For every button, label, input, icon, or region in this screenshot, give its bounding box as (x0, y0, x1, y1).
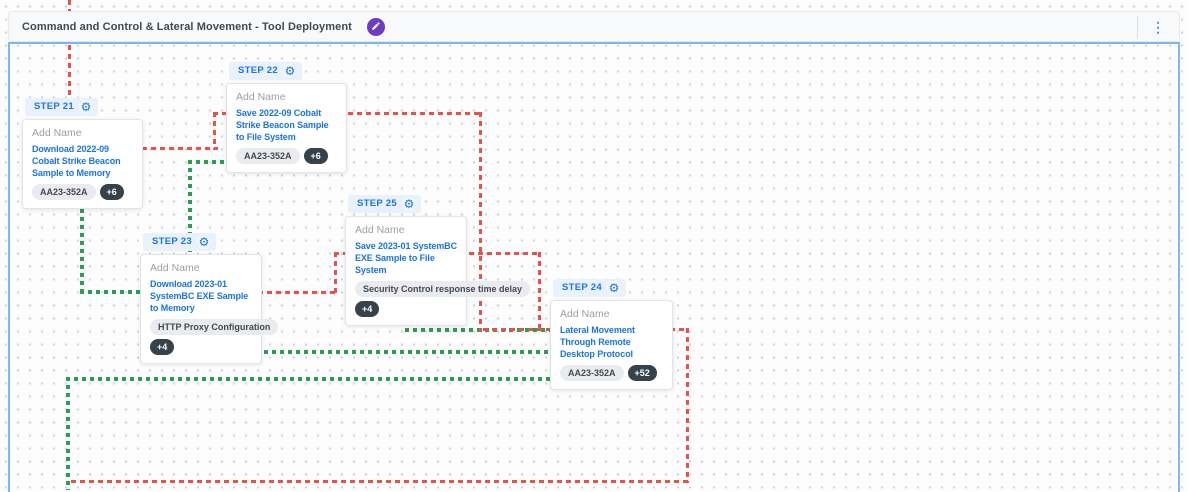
step-action-link[interactable]: Save 2023-01 SystemBC EXE Sample to File… (355, 240, 457, 276)
step-settings-button[interactable]: ⚙ (283, 64, 297, 78)
step-label-pill-step-24[interactable]: STEP 24 ⚙ (553, 279, 626, 297)
step-card-step-22[interactable]: Add Name Save 2022-09 Cobalt Strike Beaco… (226, 83, 347, 173)
step-name-placeholder[interactable]: Add Name (236, 91, 337, 103)
step-label-pill-step-23[interactable]: STEP 23 ⚙ (143, 233, 216, 251)
connector-step23-to-step24-segment (334, 252, 337, 294)
step-label-pill-step-25[interactable]: STEP 25 ⚙ (348, 195, 421, 213)
connector-step21-to-step24-segment (479, 112, 482, 332)
edit-title-button[interactable] (367, 18, 385, 36)
step-name-placeholder[interactable]: Add Name (560, 308, 663, 320)
connector-step21-to-step24-segment (479, 328, 553, 331)
step-name-placeholder[interactable]: Add Name (32, 127, 133, 139)
more-tags-badge[interactable]: +6 (304, 148, 328, 164)
toolbar-right: ⋮ (1137, 16, 1169, 38)
connector-step21-to-step24-segment (142, 147, 218, 150)
step-node-step-22: STEP 22 ⚙ Add Name Save 2022-09 Cobalt Stri… (226, 60, 347, 173)
connector-step21-to-step23-segment (80, 290, 142, 294)
step-label-pill-step-22[interactable]: STEP 22 ⚙ (229, 62, 302, 80)
step-label: STEP 25 (357, 198, 397, 209)
step-label: STEP 21 (34, 101, 74, 112)
step-tags: AA23-352A+52 (560, 365, 663, 381)
gear-icon: ⚙ (404, 198, 415, 210)
toolbar-divider (1137, 16, 1138, 38)
tag-chip[interactable]: HTTP Proxy Configuration (150, 319, 278, 335)
toolbar: Command and Control & Lateral Movement -… (8, 11, 1180, 42)
step-node-step-21: STEP 21 ⚙ Add Name Download 2022-09 Cobalt … (22, 96, 143, 209)
step-card-step-21[interactable]: Add Name Download 2022-09 Cobalt Strike B… (22, 119, 143, 209)
step-card-step-24[interactable]: Add Name Lateral Movement Through Remote … (550, 300, 673, 390)
tag-chip[interactable]: AA23-352A (560, 365, 624, 381)
gear-icon: ⚙ (199, 236, 210, 248)
gear-icon: ⚙ (609, 282, 620, 294)
step-node-step-23: STEP 23 ⚙ Add Name Download 2023-01 SystemB… (140, 231, 262, 364)
step-settings-button[interactable]: ⚙ (79, 100, 93, 114)
kebab-icon[interactable]: ⋮ (1147, 18, 1169, 36)
step-name-placeholder[interactable]: Add Name (355, 224, 457, 236)
more-tags-badge[interactable]: +52 (628, 365, 657, 381)
step-tags: AA23-352A+6 (236, 148, 337, 164)
step-action-link[interactable]: Download 2022-09 Cobalt Strike Beacon Sa… (32, 143, 133, 179)
step-tags: HTTP Proxy Configuration+4 (150, 319, 252, 355)
connector-step24-outgoing-segment (66, 377, 613, 381)
step-label-pill-step-21[interactable]: STEP 21 ⚙ (25, 98, 98, 116)
step-node-step-24: STEP 24 ⚙ Add Name Lateral Movement Through… (550, 277, 673, 390)
step-label: STEP 22 (238, 65, 278, 76)
page-title: Command and Control & Lateral Movement -… (22, 21, 352, 33)
connector-step23-to-step24-segment (258, 291, 338, 294)
connector-step23-to-step24-segment (538, 252, 541, 331)
more-tags-badge[interactable]: +4 (150, 339, 174, 355)
step-label: STEP 24 (562, 282, 602, 293)
tag-chip[interactable]: Security Control response time delay (355, 281, 530, 297)
step-action-link[interactable]: Download 2023-01 SystemBC EXE Sample to … (150, 278, 252, 314)
workflow-editor: { "header": { "title": "Command and Cont… (0, 0, 1188, 492)
connector-step24-outgoing-segment (66, 377, 70, 490)
connector-step24-outgoing-segment (71, 480, 688, 483)
step-tags: Security Control response time delay+4 (355, 281, 457, 317)
step-label: STEP 23 (152, 236, 192, 247)
step-settings-button[interactable]: ⚙ (607, 281, 621, 295)
step-action-link[interactable]: Lateral Movement Through Remote Desktop … (560, 324, 663, 360)
gear-icon: ⚙ (81, 101, 92, 113)
tag-chip[interactable]: AA23-352A (236, 148, 300, 164)
step-name-placeholder[interactable]: Add Name (150, 262, 252, 274)
step-settings-button[interactable]: ⚙ (197, 235, 211, 249)
step-settings-button[interactable]: ⚙ (402, 197, 416, 211)
more-tags-badge[interactable]: +4 (355, 301, 379, 317)
pencil-icon (371, 19, 381, 34)
tag-chip[interactable]: AA23-352A (32, 184, 96, 200)
step-tags: AA23-352A+6 (32, 184, 133, 200)
connector-step24-outgoing-segment (686, 328, 689, 483)
step-node-step-25: STEP 25 ⚙ Add Name Save 2023-01 SystemBC EX… (345, 193, 467, 326)
step-action-link[interactable]: Save 2022-09 Cobalt Strike Beacon Sample… (236, 107, 337, 143)
more-tags-badge[interactable]: +6 (100, 184, 124, 200)
step-card-step-25[interactable]: Add Name Save 2023-01 SystemBC EXE Sample… (345, 216, 467, 326)
step-card-step-23[interactable]: Add Name Download 2023-01 SystemBC EXE Sa… (140, 254, 262, 364)
gear-icon: ⚙ (285, 65, 296, 77)
connector-step21-to-step24-segment (213, 112, 216, 150)
